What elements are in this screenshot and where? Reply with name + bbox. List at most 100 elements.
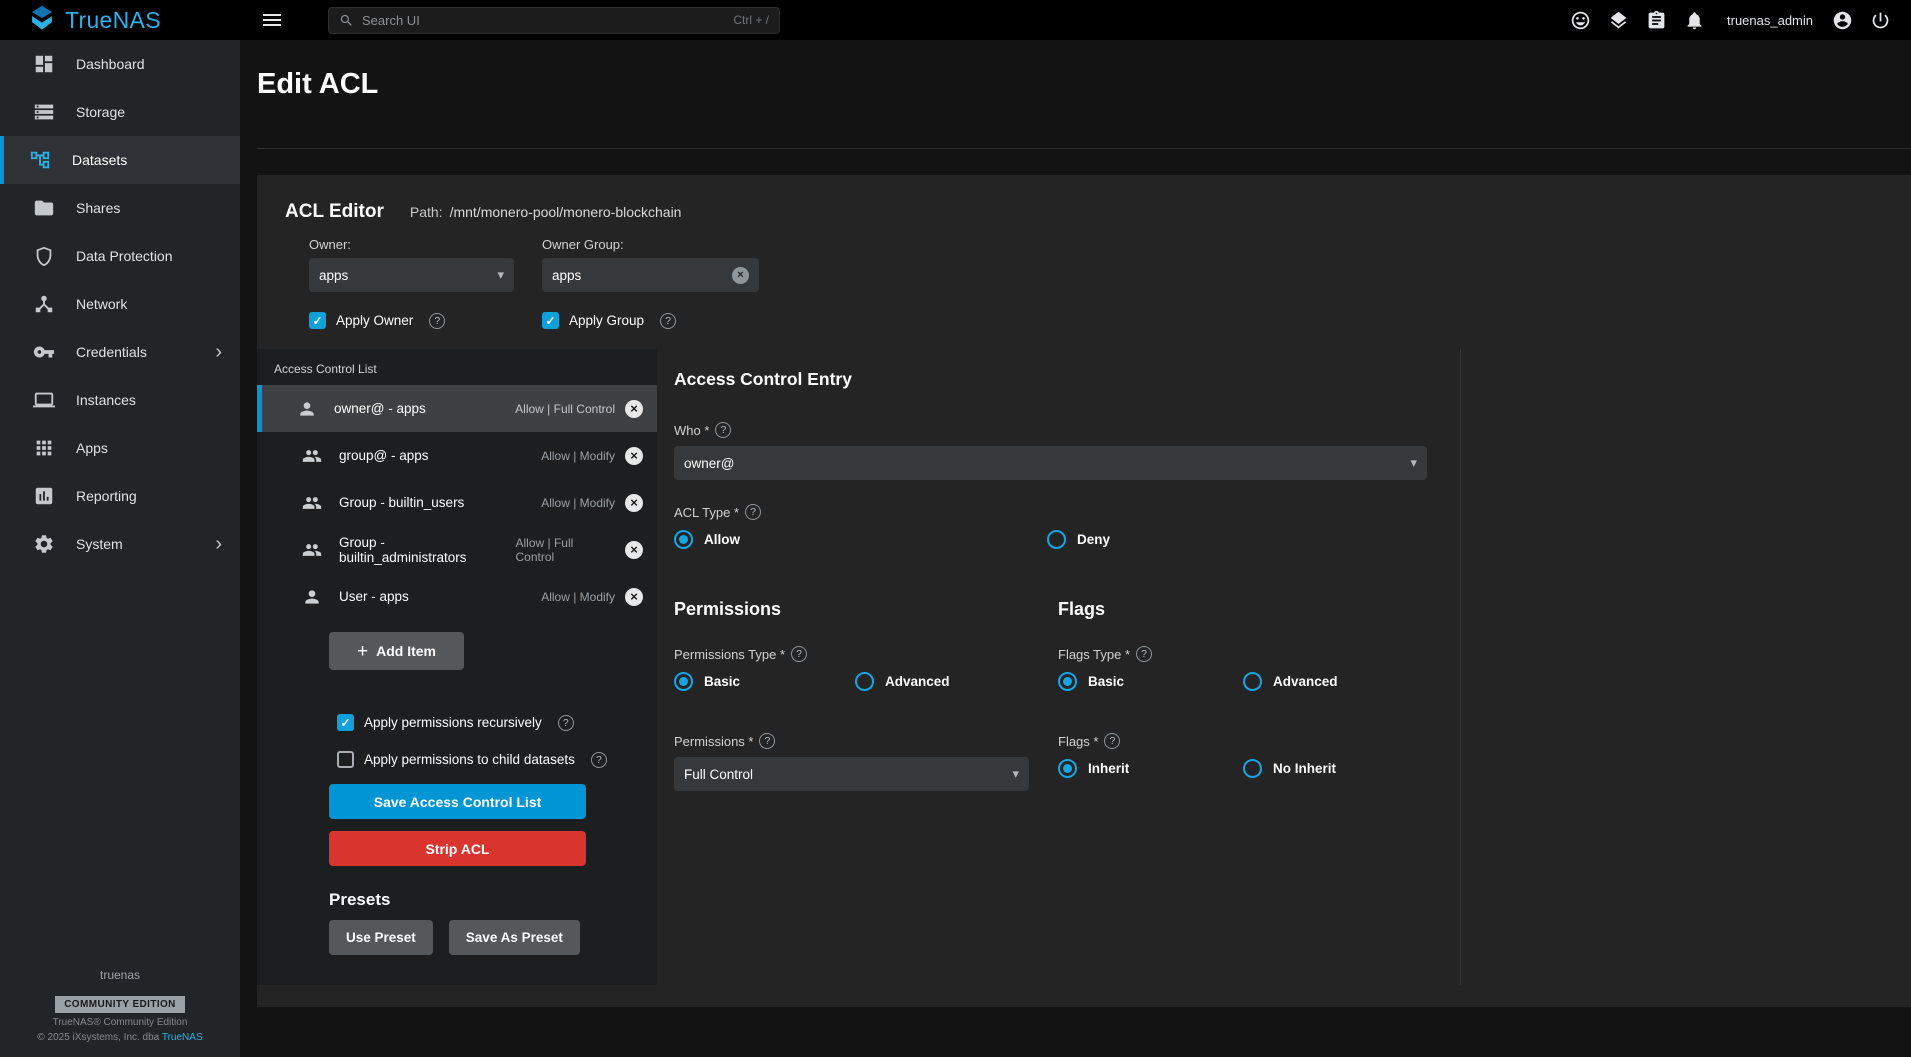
- radio-no-inherit[interactable]: No Inherit: [1243, 759, 1336, 778]
- sidebar-item-system[interactable]: System: [0, 520, 240, 568]
- feedback-smiley-icon[interactable]: [1565, 5, 1595, 35]
- owner-group-input[interactable]: apps: [542, 258, 759, 292]
- ace-heading: Access Control Entry: [674, 369, 1460, 390]
- owner-group-value: apps: [552, 268, 581, 283]
- hostname-label: truenas: [0, 968, 240, 982]
- clear-icon[interactable]: [732, 267, 749, 284]
- permissions-heading: Permissions: [674, 599, 1058, 620]
- sidebar-item-storage[interactable]: Storage: [0, 88, 240, 136]
- acl-entry[interactable]: Group - builtin_administrators Allow | F…: [257, 526, 657, 573]
- help-icon[interactable]: [1136, 646, 1152, 662]
- sidebar-item-credentials[interactable]: Credentials: [0, 328, 240, 376]
- permissions-flags-grid: Permissions Permissions Type * Basic: [674, 599, 1460, 791]
- sidebar-item-label: Credentials: [76, 344, 147, 360]
- save-as-preset-button[interactable]: Save As Preset: [449, 920, 580, 955]
- radio-flags-advanced[interactable]: Advanced: [1243, 672, 1338, 691]
- username-label: truenas_admin: [1727, 13, 1813, 28]
- radio-unselected-icon: [1047, 530, 1066, 549]
- help-icon[interactable]: [715, 422, 731, 438]
- radio-permissions-basic[interactable]: Basic: [674, 672, 855, 691]
- add-item-button[interactable]: Add Item: [329, 632, 464, 670]
- sidebar-item-datasets[interactable]: Datasets: [0, 136, 240, 184]
- tasks-clipboard-icon[interactable]: [1641, 5, 1671, 35]
- who-select[interactable]: owner@: [674, 446, 1427, 480]
- group-icon: [302, 446, 322, 466]
- owner-select[interactable]: apps: [309, 258, 514, 292]
- remove-entry-button[interactable]: [625, 447, 643, 465]
- chevron-down-icon: [1410, 455, 1417, 471]
- help-icon[interactable]: [660, 313, 676, 329]
- remove-entry-button[interactable]: [625, 588, 643, 606]
- radio-inherit[interactable]: Inherit: [1058, 759, 1243, 778]
- footer-copyright-line: © 2025 iXsystems, Inc. dba TrueNAS: [0, 1032, 240, 1043]
- radio-deny[interactable]: Deny: [1047, 530, 1110, 549]
- help-icon[interactable]: [745, 504, 761, 520]
- sidebar-item-instances[interactable]: Instances: [0, 376, 240, 424]
- sidebar-item-label: Data Protection: [76, 248, 173, 264]
- remove-entry-button[interactable]: [625, 541, 643, 559]
- power-icon[interactable]: [1865, 5, 1895, 35]
- sidebar-item-apps[interactable]: Apps: [0, 424, 240, 472]
- page-title: Edit ACL: [257, 68, 1911, 101]
- owner-group-field: Owner Group: apps: [542, 237, 759, 292]
- search-bar[interactable]: Ctrl + /: [328, 7, 780, 34]
- radio-unselected-icon: [1243, 672, 1262, 691]
- radio-selected-icon: [1058, 672, 1077, 691]
- radio-flags-basic[interactable]: Basic: [1058, 672, 1243, 691]
- acl-list-panel: Access Control List owner@ - apps Allow …: [257, 349, 657, 985]
- radio-permissions-advanced[interactable]: Advanced: [855, 672, 950, 691]
- chevron-right-icon: [215, 534, 222, 554]
- apply-owner-checkbox[interactable]: Apply Owner: [309, 312, 542, 329]
- sidebar-item-shares[interactable]: Shares: [0, 184, 240, 232]
- help-icon[interactable]: [759, 733, 775, 749]
- bar-chart-icon: [33, 485, 55, 507]
- remove-entry-button[interactable]: [625, 400, 643, 418]
- help-icon[interactable]: [791, 646, 807, 662]
- help-icon[interactable]: [558, 715, 574, 731]
- sidebar-item-label: Reporting: [76, 488, 137, 504]
- remove-entry-button[interactable]: [625, 494, 643, 512]
- owner-field: Owner: apps: [309, 237, 514, 292]
- use-preset-button[interactable]: Use Preset: [329, 920, 433, 955]
- search-shortcut-hint: Ctrl + /: [733, 13, 769, 27]
- acl-list-title: Access Control List: [257, 349, 657, 376]
- apply-recursively-checkbox[interactable]: Apply permissions recursively: [337, 714, 657, 731]
- strip-acl-button[interactable]: Strip ACL: [329, 831, 586, 866]
- jobs-layers-icon[interactable]: [1603, 5, 1633, 35]
- permissions-select[interactable]: Full Control: [674, 757, 1029, 791]
- edition-badge: COMMUNITY EDITION: [55, 996, 185, 1013]
- acl-entry[interactable]: Group - builtin_users Allow | Modify: [257, 479, 657, 526]
- account-icon[interactable]: [1827, 5, 1857, 35]
- truenas-logo[interactable]: TrueNAS: [0, 4, 240, 37]
- search-icon: [339, 13, 354, 28]
- apply-child-datasets-checkbox[interactable]: Apply permissions to child datasets: [337, 751, 657, 768]
- help-icon[interactable]: [591, 752, 607, 768]
- truenas-link[interactable]: TrueNAS: [162, 1032, 203, 1043]
- acl-entry[interactable]: owner@ - apps Allow | Full Control: [257, 385, 657, 432]
- flags-type-radio-group: Basic Advanced: [1058, 672, 1460, 691]
- owner-value: apps: [319, 268, 348, 283]
- sidebar: Dashboard Storage Datasets Shares Data P…: [0, 40, 240, 1057]
- checkbox-checked-icon: [542, 312, 559, 329]
- computer-icon: [33, 389, 55, 411]
- help-icon[interactable]: [1104, 733, 1120, 749]
- who-value: owner@: [684, 456, 734, 471]
- sidebar-item-network[interactable]: Network: [0, 280, 240, 328]
- radio-allow[interactable]: Allow: [674, 530, 1047, 549]
- shield-icon: [33, 245, 55, 267]
- menu-toggle-button[interactable]: [252, 0, 292, 40]
- save-acl-button[interactable]: Save Access Control List: [329, 784, 586, 819]
- sidebar-item-data-protection[interactable]: Data Protection: [0, 232, 240, 280]
- sidebar-item-reporting[interactable]: Reporting: [0, 472, 240, 520]
- acl-type-radio-group: Allow Deny: [674, 530, 1460, 549]
- flags-radio-group: Inherit No Inherit: [1058, 759, 1460, 778]
- owner-fields-row: Owner: apps Owner Group: apps: [257, 237, 1911, 292]
- apply-group-checkbox[interactable]: Apply Group: [542, 312, 676, 329]
- search-input[interactable]: [362, 13, 725, 28]
- acl-entry[interactable]: User - apps Allow | Modify: [257, 573, 657, 620]
- notifications-bell-icon[interactable]: [1679, 5, 1709, 35]
- acl-entry[interactable]: group@ - apps Allow | Modify: [257, 432, 657, 479]
- access-control-entry-panel: Access Control Entry Who * owner@ ACL Ty…: [657, 349, 1461, 985]
- help-icon[interactable]: [429, 313, 445, 329]
- sidebar-item-dashboard[interactable]: Dashboard: [0, 40, 240, 88]
